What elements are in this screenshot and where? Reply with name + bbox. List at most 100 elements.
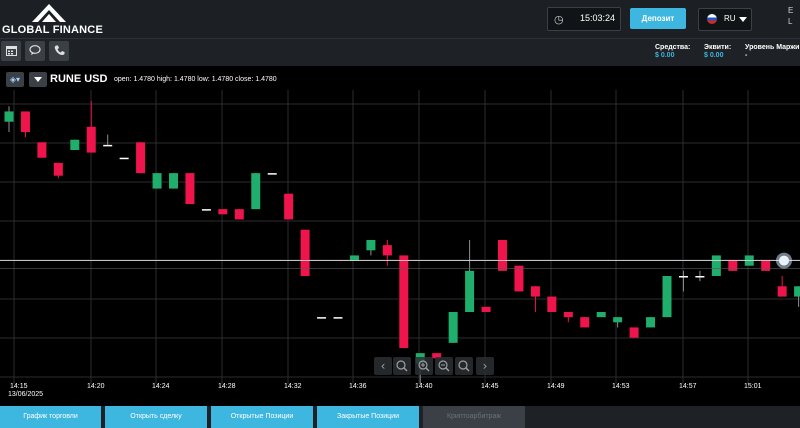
zoom-search-icon[interactable] (455, 357, 473, 375)
candle[interactable] (662, 276, 672, 318)
zoom-out-icon[interactable] (435, 357, 453, 375)
arrow-left-icon[interactable]: ‹ (374, 357, 392, 375)
candle[interactable] (711, 255, 721, 276)
candle[interactable] (547, 296, 557, 312)
candle[interactable] (4, 111, 14, 122)
phone-button[interactable] (49, 41, 69, 61)
language-selector[interactable]: RU (698, 8, 752, 31)
deposit-button[interactable]: Депозит (630, 8, 686, 29)
candle[interactable] (333, 317, 343, 319)
candle[interactable] (629, 327, 639, 338)
candle[interactable] (169, 173, 178, 189)
candle[interactable] (185, 173, 195, 204)
candle[interactable] (514, 265, 524, 292)
x-tick-label: 15:01 (744, 383, 762, 390)
candle[interactable] (695, 276, 705, 278)
caret-down-icon (34, 77, 42, 82)
candle[interactable] (777, 286, 787, 297)
candle[interactable] (382, 245, 392, 256)
zoom-reset-icon[interactable] (393, 357, 411, 375)
instrument-icon: ◈▾ (9, 75, 21, 84)
top-header: GLOBAL FINANCE ◷ 15:03:24 Депозит RU E L (0, 0, 800, 39)
x-tick-label: 14:40 (415, 383, 433, 390)
candle[interactable] (218, 209, 228, 215)
tab-open-positions[interactable]: Открытые Позиции (211, 406, 313, 428)
candle[interactable] (201, 209, 211, 211)
x-tick-label: 14:24 (152, 383, 170, 390)
candle[interactable] (284, 193, 294, 220)
candle[interactable] (646, 317, 656, 328)
candle[interactable] (267, 173, 277, 175)
tab-trading-chart[interactable]: График торговли (0, 406, 101, 428)
candle[interactable] (678, 276, 688, 278)
tab-open-trade[interactable]: Открыть сделку (105, 406, 207, 428)
language-code: RU (724, 14, 736, 23)
mountain-logo-icon (32, 4, 66, 22)
chevron-down-icon (739, 17, 747, 22)
bottom-tabs: График торговли Открыть сделку Открытые … (0, 406, 800, 428)
x-tick-label: 14:53 (612, 383, 630, 390)
candle[interactable] (465, 270, 475, 312)
candle[interactable] (317, 317, 327, 319)
candle[interactable] (119, 157, 129, 160)
candle[interactable] (136, 142, 146, 174)
candle[interactable] (70, 139, 80, 150)
x-date-label: 13/06/2025 (8, 391, 43, 398)
candle[interactable] (498, 240, 507, 271)
candle[interactable] (20, 111, 30, 132)
symbol-name: RUNE USD (50, 73, 108, 85)
ohlc-readout: open: 1.4780 high: 1.4780 low: 1.4780 cl… (114, 76, 277, 83)
calendar-button[interactable] (1, 41, 21, 61)
arrow-right-icon[interactable]: › (476, 357, 494, 375)
header-edge-text-bottom: L (788, 17, 793, 26)
candlestick-chart[interactable]: 14:15 14:20 14:24 14:28 14:32 14:36 14:40 14:45… (0, 66, 800, 406)
candle[interactable] (448, 312, 458, 343)
candle[interactable] (53, 162, 63, 176)
candle[interactable] (580, 317, 590, 328)
candle[interactable] (563, 312, 573, 318)
funds-value: $ 0.00 (655, 52, 675, 59)
candle[interactable] (728, 260, 738, 271)
header-edge-text-top: E (788, 6, 794, 15)
chat-button[interactable] (25, 41, 45, 61)
crosshair-handle-core[interactable] (779, 255, 789, 266)
candle[interactable] (366, 240, 376, 251)
candle[interactable] (103, 144, 113, 147)
candle[interactable] (152, 173, 162, 189)
candle[interactable] (37, 142, 47, 158)
candle[interactable] (234, 209, 244, 220)
x-tick-label: 14:36 (349, 383, 367, 390)
equity-value: $ 0.00 (704, 52, 724, 59)
x-tick-label: 14:57 (679, 383, 697, 390)
x-tick-label: 14:15 (10, 383, 28, 390)
russia-flag-icon (707, 14, 717, 24)
candle[interactable] (349, 255, 359, 261)
equity-stat: Эквити: $ 0.00 (704, 44, 731, 59)
logo[interactable]: GLOBAL FINANCE (2, 4, 103, 36)
zoom-in-icon[interactable] (415, 357, 433, 375)
funds-label: Средства: (655, 44, 691, 51)
candle[interactable] (530, 286, 540, 297)
candle[interactable] (86, 126, 96, 153)
instrument-selector[interactable]: ◈▾ (6, 72, 24, 87)
candle[interactable] (300, 229, 310, 276)
margin-value: - (745, 52, 748, 59)
chart-options-button[interactable] (29, 72, 47, 87)
candle[interactable] (481, 306, 491, 312)
phone-icon (54, 45, 64, 56)
x-tick-label: 14:20 (87, 383, 105, 390)
candle[interactable] (613, 317, 623, 323)
margin-label: Уровень Маржи (745, 44, 800, 51)
candle[interactable] (761, 260, 771, 271)
logo-text: GLOBAL FINANCE (2, 24, 103, 36)
price-chart[interactable]: 14:15 14:20 14:24 14:28 14:32 14:36 14:40 14:45… (0, 66, 800, 406)
x-tick-label: 14:28 (218, 383, 236, 390)
candle[interactable] (794, 286, 800, 297)
margin-stat: Уровень Маржи - (745, 44, 799, 59)
candle[interactable] (596, 312, 606, 318)
tab-closed-positions[interactable]: Закрытые Позиции (317, 406, 419, 428)
candle[interactable] (399, 255, 409, 348)
funds-stat: Средства: $ 0.00 (655, 44, 690, 59)
candle[interactable] (251, 173, 261, 210)
equity-label: Эквити: (704, 44, 732, 51)
